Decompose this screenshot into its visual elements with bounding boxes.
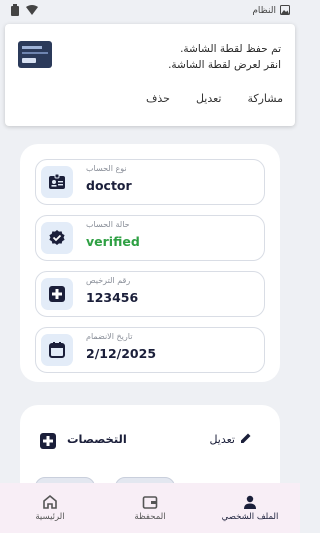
- delete-screenshot-button[interactable]: حذف: [146, 92, 170, 105]
- id-badge-icon: [41, 166, 73, 198]
- add-specialty-icon[interactable]: [40, 433, 56, 449]
- join-date-row: تاريخ الانضمام 2/12/2025: [35, 327, 265, 373]
- screenshot-notification[interactable]: تم حفظ لقطة الشاشة. انقر لعرض لقطة الشاش…: [5, 24, 295, 126]
- account-type-value: doctor: [86, 178, 132, 193]
- bottom-navigation: الرئيسية المحفظة الملف الشخصي: [0, 483, 300, 533]
- specialties-title: التخصصات: [67, 432, 127, 446]
- nav-profile[interactable]: الملف الشخصي: [207, 485, 293, 531]
- nav-profile-label: الملف الشخصي: [221, 512, 279, 522]
- account-type-row: نوع الحساب doctor: [35, 159, 265, 205]
- share-button[interactable]: مشاركة: [247, 92, 283, 105]
- screenshot-message-line1: تم حفظ لقطة الشاشة.: [180, 43, 281, 55]
- license-number-row: رقم الترخيص 123456: [35, 271, 265, 317]
- nav-wallet-label: المحفظة: [134, 512, 166, 522]
- license-number-value: 123456: [86, 290, 139, 305]
- image-icon: [280, 4, 290, 18]
- edit-specialties-label: تعديل: [209, 433, 235, 446]
- status-icons: [10, 3, 38, 19]
- calendar-icon: [41, 334, 73, 366]
- edit-screenshot-button[interactable]: تعديل: [196, 92, 222, 105]
- nav-wallet[interactable]: المحفظة: [107, 485, 193, 531]
- account-status-label: حالة الحساب: [86, 220, 130, 229]
- nav-home[interactable]: الرئيسية: [7, 485, 93, 531]
- account-type-label: نوع الحساب: [86, 164, 127, 173]
- medical-plus-icon: [41, 278, 73, 310]
- account-status-value: verified: [86, 234, 140, 249]
- person-icon: [242, 494, 258, 510]
- license-number-label: رقم الترخيص: [86, 276, 131, 285]
- status-app: النظام: [252, 4, 290, 18]
- pencil-icon: [240, 432, 252, 447]
- screenshot-actions: مشاركة تعديل حذف: [146, 92, 283, 105]
- edit-specialties-button[interactable]: تعديل: [209, 432, 252, 447]
- join-date-value: 2/12/2025: [86, 346, 157, 361]
- status-app-label: النظام: [252, 6, 276, 16]
- screenshot-thumbnail[interactable]: [18, 41, 52, 68]
- screenshot-message: تم حفظ لقطة الشاشة. انقر لعرض لقطة الشاش…: [168, 41, 281, 73]
- home-icon: [42, 494, 58, 510]
- nav-home-label: الرئيسية: [35, 512, 65, 522]
- join-date-label: تاريخ الانضمام: [86, 332, 133, 341]
- verified-icon: [41, 222, 73, 254]
- screenshot-message-line2: انقر لعرض لقطة الشاشة.: [168, 59, 281, 71]
- wifi-icon: [26, 4, 38, 18]
- account-status-row: حالة الحساب verified: [35, 215, 265, 261]
- account-info-card: نوع الحساب doctor حالة الحساب verified ر…: [20, 144, 280, 382]
- battery-icon: [10, 3, 20, 19]
- wallet-icon: [142, 494, 158, 510]
- status-bar: النظام: [0, 0, 300, 22]
